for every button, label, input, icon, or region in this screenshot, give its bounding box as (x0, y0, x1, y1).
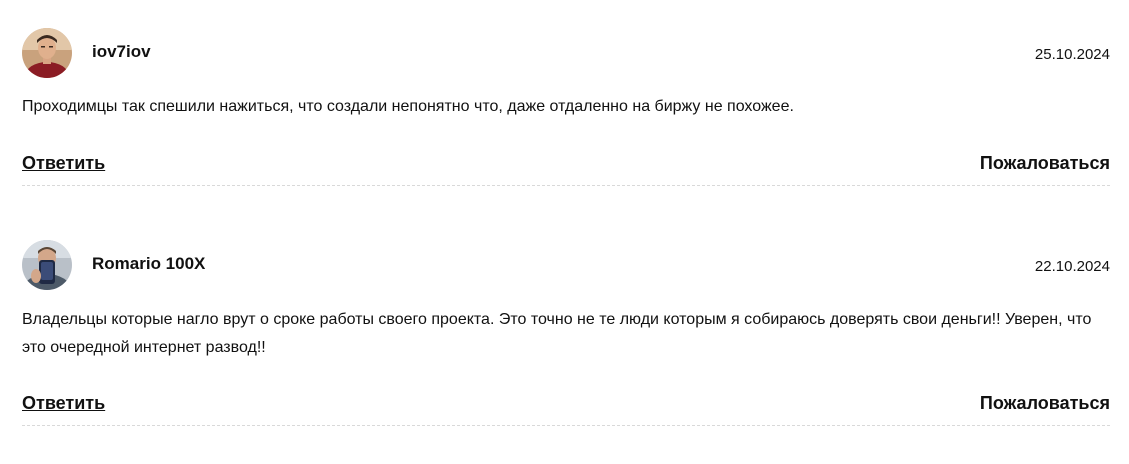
comment-date: 22.10.2024 (1034, 258, 1110, 275)
comment-header: Romario 100X 22.10.2024 (22, 240, 1110, 292)
report-link[interactable]: Пожаловаться (980, 393, 1110, 414)
comment-actions: Ответить Пожаловаться (22, 153, 1110, 183)
comment-date: 25.10.2024 (1034, 46, 1110, 63)
comment-username: Romario 100X (92, 254, 206, 273)
report-link[interactable]: Пожаловаться (980, 153, 1110, 174)
reply-link[interactable]: Ответить (22, 393, 105, 414)
comment-divider (22, 185, 1110, 186)
comment-text: Проходимцы так спешили нажиться, что соз… (22, 98, 794, 115)
comment-username: iov7iov (92, 42, 151, 61)
comment-divider (22, 425, 1110, 426)
comments-list: iov7iov 25.10.2024 Проходимцы так спешил… (0, 0, 1129, 464)
reply-link[interactable]: Ответить (22, 153, 105, 174)
comment-actions: Ответить Пожаловаться (22, 393, 1110, 423)
user-avatar-icon[interactable] (22, 240, 72, 290)
user-avatar-icon[interactable] (22, 28, 72, 78)
comment-header: iov7iov 25.10.2024 (22, 28, 1110, 80)
comment-text: Владельцы которые нагло врут о сроке раб… (22, 311, 1092, 356)
comment-item: iov7iov 25.10.2024 Проходимцы так спешил… (22, 28, 1110, 186)
comment-item: Romario 100X 22.10.2024 Владельцы которы… (22, 240, 1110, 426)
